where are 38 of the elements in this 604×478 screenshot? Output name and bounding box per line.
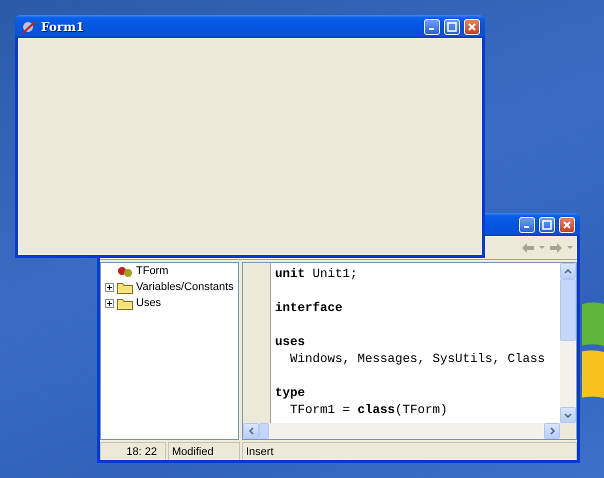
expand-icon[interactable] [105, 298, 114, 308]
maximize-icon [542, 220, 552, 230]
code-line: TForm1 = class(TForm) [289, 402, 449, 419]
tree-item[interactable]: Variables/Constants [136, 281, 234, 293]
app-icon [21, 18, 37, 34]
window-title: Form1 [41, 20, 86, 34]
minimize-button[interactable] [519, 216, 535, 232]
expand-icon[interactable] [105, 282, 114, 292]
class-icon [117, 264, 133, 278]
right-chevron-icon [550, 427, 554, 435]
up-chevron-icon [564, 268, 572, 274]
insert-mode-status: Insert [242, 442, 577, 460]
down-chevron-icon [564, 412, 572, 418]
code-line: interface [275, 300, 344, 317]
maximize-button[interactable] [539, 216, 555, 232]
left-chevron-icon [248, 427, 254, 435]
close-icon [467, 22, 477, 32]
tree-item[interactable]: Uses [136, 297, 162, 309]
modified-status: Modified [168, 442, 240, 460]
maximize-button[interactable] [444, 18, 460, 34]
scrollbar-thumb[interactable] [259, 423, 269, 439]
close-button[interactable] [559, 216, 575, 232]
close-icon [562, 220, 572, 230]
code-line: uses [275, 334, 306, 351]
vertical-scrollbar[interactable] [560, 263, 576, 423]
code-editor[interactable]: unit Unit1; interface uses Windows, Messages, SysUtils, Class type TForm1 = class(TForm) [242, 262, 577, 440]
horizontal-scrollbar[interactable] [243, 423, 560, 439]
code-line: type [275, 385, 306, 402]
code-line: Windows, Messages, SysUtils, Class [289, 351, 546, 368]
folder-icon [117, 280, 133, 294]
cursor-position: 18: 22 [100, 442, 166, 460]
folder-icon [117, 296, 133, 310]
maximize-icon [447, 22, 457, 32]
code-line: unit Unit1; [275, 266, 359, 283]
close-button[interactable] [464, 18, 480, 34]
scrollbar-thumb[interactable] [560, 279, 576, 341]
minimize-button[interactable] [424, 18, 440, 34]
tree-item[interactable]: TForm [136, 265, 168, 277]
